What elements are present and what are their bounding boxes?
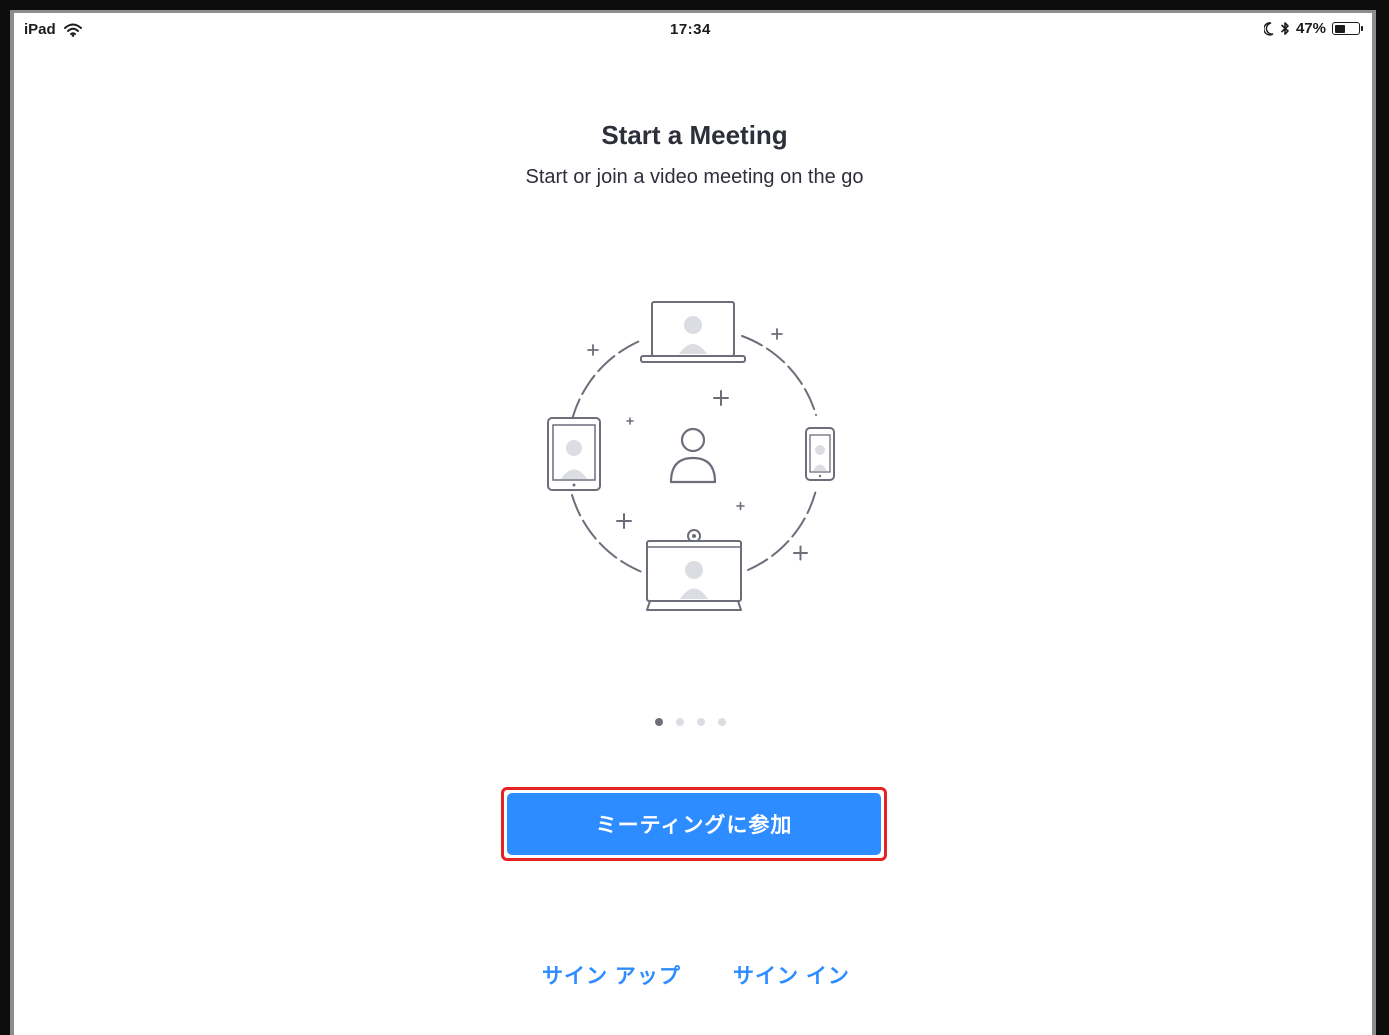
status-right: 47% [1263, 20, 1363, 37]
moon-icon [1263, 21, 1274, 36]
battery-tip [1361, 26, 1363, 31]
status-time: 17:34 [670, 21, 711, 38]
phone-icon [805, 427, 835, 481]
sign-up-link[interactable]: サイン アップ [542, 960, 681, 990]
pager-dot[interactable] [697, 718, 705, 726]
room-system-icon [646, 529, 742, 611]
meeting-devices-illustration [547, 301, 835, 611]
onboarding-pager[interactable] [655, 718, 726, 726]
wifi-icon [63, 23, 82, 37]
page-title: Start a Meeting [601, 120, 788, 150]
bluetooth-icon [1280, 22, 1289, 35]
tablet-icon [547, 417, 601, 491]
pager-dot[interactable] [676, 718, 684, 726]
pager-dot[interactable] [718, 718, 726, 726]
status-left: iPad [24, 21, 82, 38]
page-subtitle: Start or join a video meeting on the go [525, 166, 864, 188]
person-icon [669, 427, 717, 484]
ring-arc-top-right [741, 335, 817, 416]
ring-arc-top-left [571, 339, 643, 421]
ring-arc-bottom-right [747, 489, 817, 571]
battery-percent: 47% [1295, 20, 1326, 37]
pager-dot[interactable] [655, 718, 663, 726]
battery-fill [1334, 24, 1345, 33]
laptop-icon [640, 301, 746, 363]
device-name: iPad [24, 21, 56, 38]
sparkle-decorations [587, 328, 808, 561]
ring-arc-bottom-left [571, 494, 643, 573]
status-bar: iPad 17:34 47% [24, 18, 1364, 42]
battery-icon [1332, 22, 1363, 35]
sign-in-link[interactable]: サイン イン [733, 960, 850, 990]
join-meeting-button[interactable]: ミーティングに参加 [507, 793, 881, 855]
